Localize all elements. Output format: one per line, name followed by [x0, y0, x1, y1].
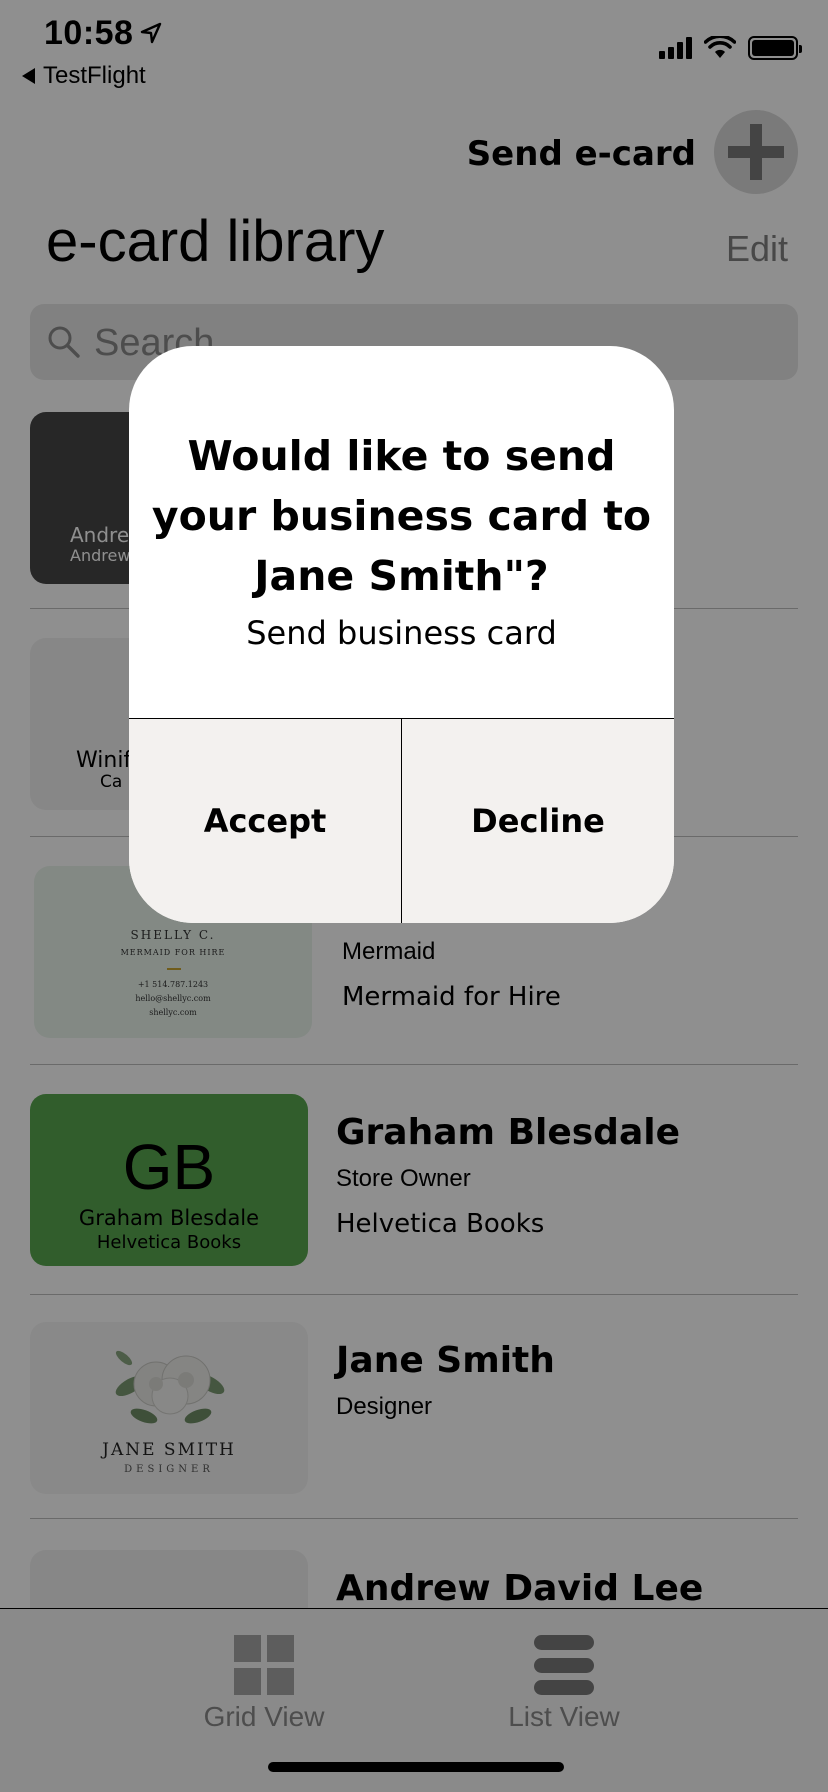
dialog-title: Would like to send your business card to…: [151, 432, 652, 600]
accept-button[interactable]: Accept: [129, 719, 401, 923]
decline-button[interactable]: Decline: [401, 719, 674, 923]
dialog-message: Send business card: [246, 614, 557, 652]
dialog-actions: Accept Decline: [129, 718, 674, 923]
send-card-dialog: Would like to send your business card to…: [129, 346, 674, 923]
